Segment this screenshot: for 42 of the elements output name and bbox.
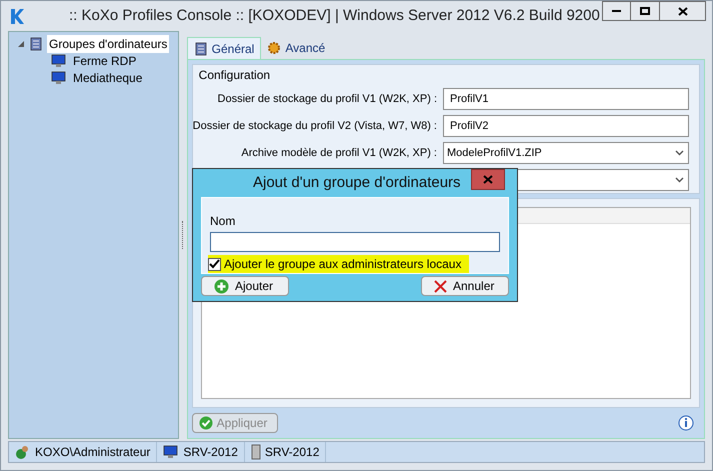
- chevron-down-icon: [675, 177, 684, 183]
- text-field[interactable]: ProfilV1: [443, 88, 689, 110]
- tree-item[interactable]: Mediatheque: [71, 68, 144, 86]
- maximize-button[interactable]: [631, 1, 660, 21]
- server-icon: [250, 444, 261, 460]
- status-text: KOXO\Administrateur: [35, 444, 150, 461]
- name-field[interactable]: [210, 232, 500, 252]
- field-label: Archive modèle de profil V1 (W2K, XP) :: [241, 146, 437, 161]
- plus-icon: [214, 278, 229, 294]
- status-text: SRV-2012: [183, 444, 238, 461]
- tab[interactable]: Avancé: [261, 37, 332, 59]
- field-label: Dossier de stockage du profil V1 (W2K, XP) :: [218, 92, 437, 107]
- close-icon: [678, 6, 688, 16]
- collapse-icon[interactable]: [17, 40, 25, 48]
- chevron-down-icon: [675, 150, 684, 156]
- status-text: SRV-2012: [264, 444, 320, 461]
- computer-icon: [51, 70, 67, 84]
- add-button[interactable]: Ajouter: [201, 276, 289, 296]
- close-icon: [434, 280, 447, 292]
- text-field[interactable]: ProfilV2: [443, 115, 689, 137]
- tree-item[interactable]: Ferme RDP: [71, 52, 138, 70]
- minimize-button[interactable]: [602, 1, 631, 21]
- computer-icon: [51, 54, 67, 68]
- checkbox[interactable]: [208, 258, 221, 270]
- tab[interactable]: Général: [186, 37, 262, 59]
- window-title: :: KoXo Profiles Console :: [KOXODEV] | Windows Server 2012 V6.2 Build 9200: [69, 6, 600, 26]
- gear-icon: [267, 41, 282, 55]
- field-label: Nom: [210, 213, 236, 230]
- computer-icon: [163, 445, 180, 459]
- dropdown-field[interactable]: ModeleProfilV1.ZIP: [443, 142, 689, 164]
- cancel-button[interactable]: Annuler: [421, 276, 509, 296]
- close-button[interactable]: [660, 1, 706, 21]
- user-icon: [15, 444, 31, 460]
- field-label: Dossier de stockage du profil V2 (Vista, W7, W8) :: [192, 118, 437, 134]
- dialog-title: Ajout d'un groupe d'ordinateurs: [253, 172, 461, 193]
- group-title: Configuration: [198, 67, 270, 84]
- admin-checkbox-row[interactable]: Ajouter le groupe aux administrateurs locaux: [208, 255, 470, 273]
- info-icon[interactable]: [678, 415, 694, 431]
- app-logo-icon: [9, 7, 25, 25]
- close-icon: [483, 175, 493, 184]
- tree-item[interactable]: Groupes d'ordinateurs: [47, 34, 170, 52]
- check-icon: [198, 416, 213, 430]
